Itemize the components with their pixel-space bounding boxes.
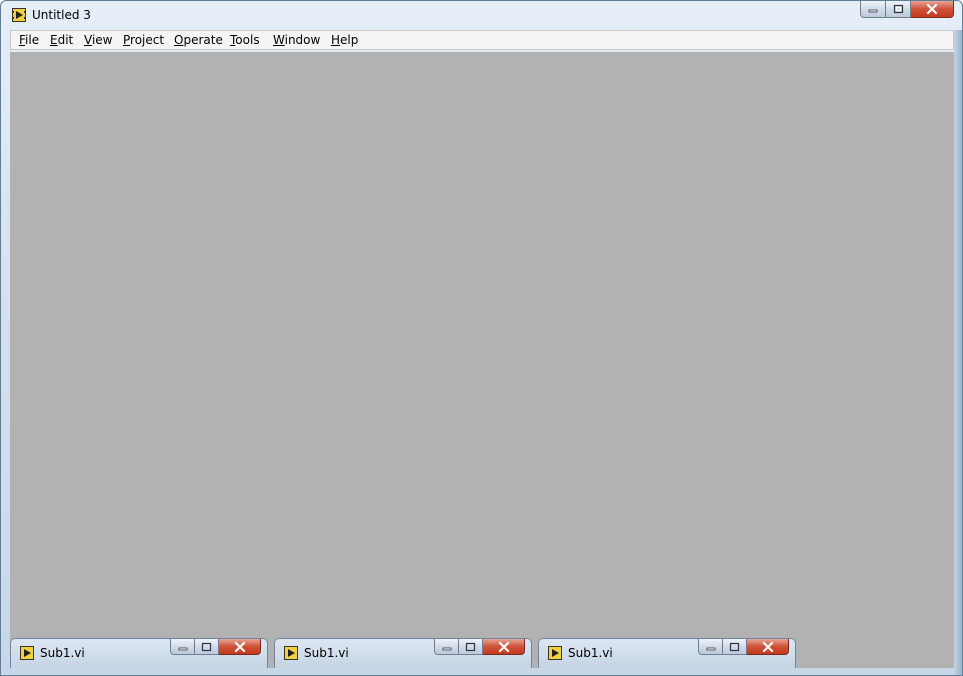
mdi-parent-window: Untitled 3 File Edit View Project Operat… — [0, 0, 963, 676]
menu-tools[interactable]: Tools — [230, 33, 260, 47]
menu-edit-accel: E — [50, 33, 58, 47]
close-button[interactable] — [747, 639, 789, 655]
menu-file[interactable]: File — [19, 33, 39, 47]
menu-window-label: indow — [284, 33, 321, 47]
close-icon — [762, 641, 773, 652]
menu-project-label: roject — [130, 33, 165, 47]
menu-view[interactable]: View — [84, 33, 112, 47]
minimized-window-title: Sub1.vi — [304, 646, 349, 660]
labview-vi-icon — [548, 646, 562, 660]
menu-operate[interactable]: Operate — [174, 33, 223, 47]
caption-buttons — [170, 639, 261, 656]
minimize-icon — [178, 647, 187, 650]
minimize-icon — [706, 647, 715, 650]
labview-vi-icon — [284, 646, 298, 660]
menu-help-accel: H — [331, 33, 341, 47]
labview-vi-icon — [12, 8, 26, 22]
maximize-button[interactable] — [723, 639, 747, 655]
caption-buttons — [860, 1, 954, 19]
close-icon — [498, 641, 509, 652]
menu-project[interactable]: Project — [123, 33, 164, 47]
maximize-icon — [465, 642, 476, 651]
labview-vi-icon — [20, 646, 34, 660]
menu-help-label: elp — [340, 33, 359, 47]
caption-buttons — [698, 639, 789, 656]
minimized-window-3[interactable]: Sub1.vi — [538, 638, 796, 668]
caption-buttons — [434, 639, 525, 656]
close-icon — [234, 641, 245, 652]
menu-window-accel: W — [273, 33, 285, 47]
maximize-icon — [201, 642, 212, 651]
close-icon — [926, 4, 938, 14]
menu-view-accel: V — [84, 33, 92, 47]
minimize-button[interactable] — [860, 1, 886, 18]
menu-edit[interactable]: Edit — [50, 33, 73, 47]
menu-project-accel: P — [123, 33, 131, 47]
menu-window[interactable]: Window — [273, 33, 320, 47]
window-right-border[interactable] — [954, 30, 962, 675]
close-button[interactable] — [911, 1, 954, 18]
minimized-window-2[interactable]: Sub1.vi — [274, 638, 532, 668]
window-title: Untitled 3 — [32, 8, 91, 22]
minimize-icon — [442, 647, 451, 650]
restore-down-button[interactable] — [434, 639, 459, 655]
maximize-button[interactable] — [459, 639, 483, 655]
minimize-icon — [868, 9, 878, 13]
close-button[interactable] — [483, 639, 525, 655]
maximize-button[interactable] — [195, 639, 219, 655]
menu-tools-label: ools — [235, 33, 260, 47]
menu-view-label: iew — [91, 33, 113, 47]
menu-help[interactable]: Help — [331, 33, 358, 47]
minimized-window-title: Sub1.vi — [40, 646, 85, 660]
maximize-icon — [893, 4, 903, 14]
mdi-client-area[interactable] — [10, 52, 954, 668]
maximize-icon — [729, 642, 740, 651]
minimized-window-1[interactable]: Sub1.vi — [10, 638, 268, 668]
menu-file-label: ile — [25, 33, 40, 47]
title-bar[interactable]: Untitled 3 — [1, 1, 962, 30]
restore-down-button[interactable] — [698, 639, 723, 655]
maximize-button[interactable] — [886, 1, 911, 18]
menu-edit-label: dit — [57, 33, 74, 47]
minimized-window-title: Sub1.vi — [568, 646, 613, 660]
menu-bar: File Edit View Project Operate Tools Win… — [10, 30, 954, 50]
close-button[interactable] — [219, 639, 261, 655]
menu-operate-label: perate — [183, 33, 223, 47]
restore-down-button[interactable] — [170, 639, 195, 655]
